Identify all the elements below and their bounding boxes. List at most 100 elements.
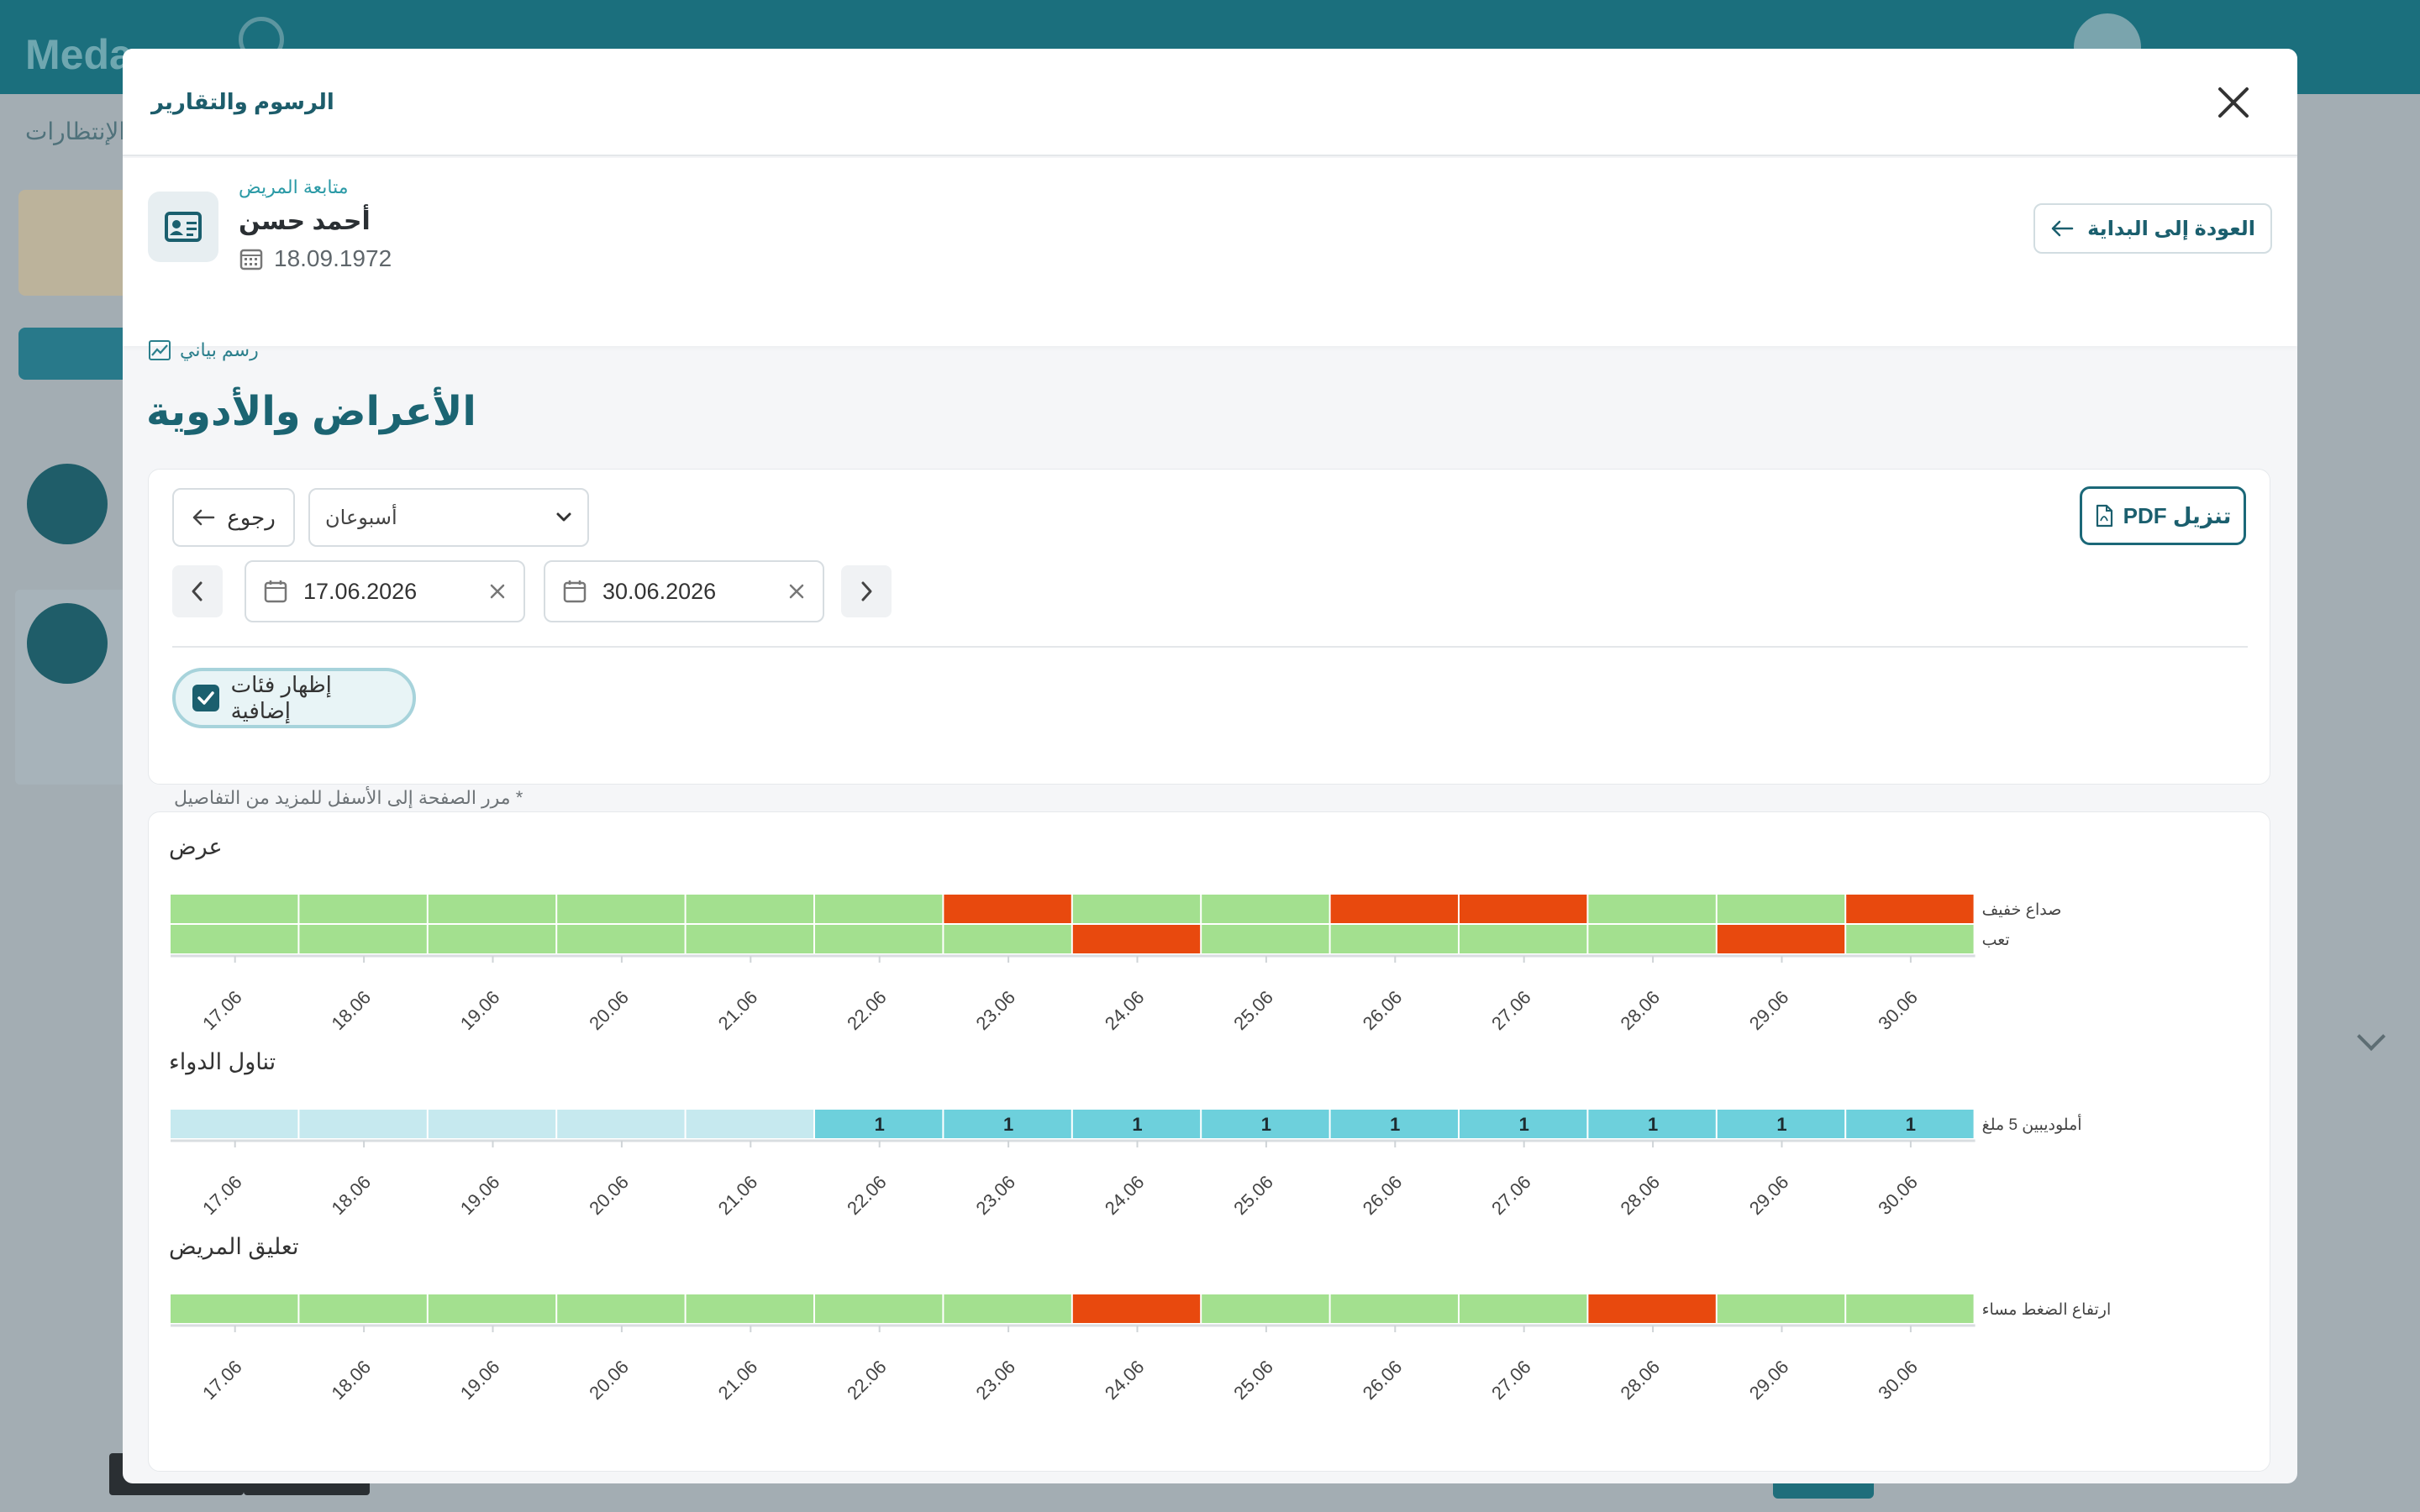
pdf-file-icon	[2096, 504, 2112, 528]
x-tick-label: 22.06	[843, 1356, 891, 1404]
heatmap-cell	[428, 895, 556, 923]
pdf-download-label: PDF تنزيل	[2123, 502, 2232, 528]
back-to-start-button[interactable]: العودة إلى البداية	[2033, 203, 2272, 254]
x-tick-label: 17.06	[198, 1171, 246, 1219]
modal-header: الرسوم والتقارير	[123, 49, 2297, 156]
extra-categories-toggle[interactable]: إظهار فئات إضافية	[172, 668, 416, 728]
chart-link[interactable]: رسم بياني	[148, 339, 259, 361]
heatmap-cell	[686, 925, 813, 953]
heatmap-cell	[1330, 895, 1458, 923]
app-brand: Meda	[25, 31, 133, 78]
dose-label: 1	[1261, 1114, 1271, 1135]
x-tick-label: 20.06	[585, 986, 633, 1034]
heatmap-cell	[1330, 925, 1458, 953]
heatmap-cell	[299, 895, 427, 923]
x-tick-label: 29.06	[1745, 1356, 1793, 1404]
x-tick-label: 24.06	[1101, 1356, 1149, 1404]
x-tick-label: 23.06	[971, 1171, 1019, 1219]
heatmap-cell	[171, 925, 298, 953]
x-tick-label: 20.06	[585, 1356, 633, 1404]
heatmap-cell	[557, 1294, 685, 1323]
modal-title: الرسوم والتقارير	[151, 89, 334, 114]
date-to-value: 30.06.2026	[602, 578, 717, 604]
period-select[interactable]: أسبوعان	[308, 488, 589, 547]
x-tick-label: 30.06	[1874, 986, 1922, 1034]
heatmap-cell	[1072, 1294, 1201, 1323]
calendar-icon	[239, 249, 263, 270]
x-tick-label: 23.06	[971, 1356, 1019, 1404]
row-label: ارتفاع الضغط مساء	[1982, 1301, 2112, 1319]
prev-period-button[interactable]	[172, 565, 223, 617]
date-from-value: 17.06.2026	[303, 578, 418, 604]
extra-categories-label: إظهار فئات إضافية	[230, 672, 332, 723]
x-tick-label: 28.06	[1616, 1171, 1664, 1219]
heatmap-cell	[171, 1294, 298, 1323]
x-tick-label: 19.06	[456, 1356, 504, 1404]
dose-label: 1	[1648, 1114, 1658, 1135]
x-tick-label: 25.06	[1229, 1356, 1277, 1404]
x-tick-label: 18.06	[327, 1356, 375, 1404]
heatmap-cell	[1846, 895, 1974, 923]
heatmap-cell	[1460, 925, 1587, 953]
row-label: صداع خفيف	[1982, 901, 2062, 919]
patient-dob-row: 18.09.1972	[239, 245, 392, 272]
page-heading: الأعراض والأدوية	[146, 390, 476, 434]
x-tick-label: 21.06	[714, 1356, 762, 1404]
period-select-value: أسبوعان	[325, 506, 397, 529]
x-tick-label: 21.06	[714, 1171, 762, 1219]
clear-icon[interactable]	[488, 582, 507, 601]
chart-icon	[149, 340, 171, 360]
x-tick-label: 17.06	[198, 986, 246, 1034]
heatmap-cell	[1202, 895, 1329, 923]
heatmap-cell	[686, 1110, 813, 1138]
back-button-label: رجوع	[227, 504, 276, 530]
patient-name: أحمد حسن	[239, 207, 371, 235]
patient-bar: متابعة المريض أحمد حسن 18.09.1972 العودة…	[123, 158, 2297, 346]
x-tick-label: 28.06	[1616, 1356, 1664, 1404]
heatmap-cell	[686, 895, 813, 923]
heatmap-cell	[299, 925, 427, 953]
chevron-left-icon	[192, 581, 203, 601]
x-tick-label: 27.06	[1487, 1171, 1535, 1219]
heatmap-cell	[557, 1110, 685, 1138]
x-tick-label: 19.06	[456, 986, 504, 1034]
heatmap-cell	[1588, 925, 1716, 953]
clear-icon[interactable]	[787, 582, 806, 601]
date-to-field[interactable]: 30.06.2026	[544, 560, 824, 622]
heatmap-cell	[815, 1294, 943, 1323]
chevron-down-icon	[556, 512, 571, 522]
next-period-button[interactable]	[841, 565, 892, 617]
heatmap-cell	[1202, 925, 1329, 953]
heatmap-cell	[1072, 895, 1201, 923]
x-tick-label: 28.06	[1616, 986, 1664, 1034]
x-tick-label: 23.06	[971, 986, 1019, 1034]
heatmap-cell	[1330, 1294, 1458, 1323]
x-tick-label: 30.06	[1874, 1356, 1922, 1404]
heatmap-cell	[1460, 1294, 1587, 1323]
date-from-field[interactable]: 17.06.2026	[245, 560, 525, 622]
heatmap-cell	[1460, 895, 1587, 923]
close-icon	[2218, 87, 2249, 118]
x-tick-label: 24.06	[1101, 1171, 1149, 1219]
charts-modal: الرسوم والتقارير متابعة المريض أحمد حسن	[123, 49, 2297, 1483]
heatmap-cell	[1072, 925, 1201, 953]
background-avatar-icon	[27, 603, 108, 684]
heatmap-cell	[815, 925, 943, 953]
dose-label: 1	[1519, 1114, 1529, 1135]
scroll-hint: مرر الصفحة إلى الأسفل للمزيد من التفاصيل…	[174, 787, 523, 808]
x-tick-label: 26.06	[1359, 986, 1407, 1034]
x-tick-label: 27.06	[1487, 986, 1535, 1034]
check-icon	[197, 691, 214, 705]
charts-card: عرض تناول الدواء تعليق المريض صداع خفيف ت…	[148, 811, 2270, 1472]
back-button[interactable]: رجوع	[172, 488, 295, 547]
close-button[interactable]	[2213, 82, 2254, 123]
x-tick-label: 24.06	[1101, 986, 1149, 1034]
heatmap-cell	[944, 1294, 1071, 1323]
dose-label: 1	[875, 1114, 885, 1135]
back-to-start-label: العودة إلى البداية	[2087, 217, 2255, 240]
row-label: تعب	[1982, 932, 2010, 949]
x-tick-label: 29.06	[1745, 986, 1793, 1034]
heatmap-cell	[299, 1110, 427, 1138]
checkbox[interactable]	[192, 685, 219, 711]
pdf-download-button[interactable]: PDF تنزيل	[2080, 486, 2246, 545]
